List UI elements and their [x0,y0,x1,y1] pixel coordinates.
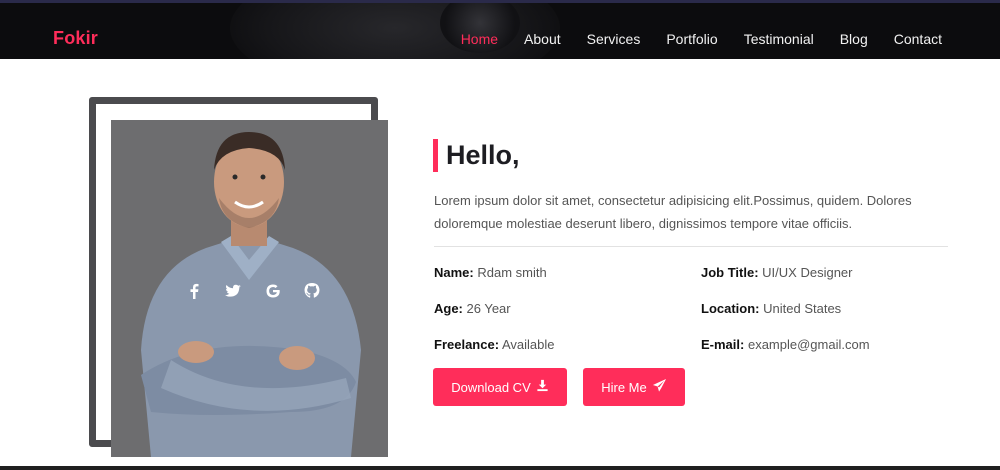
twitter-icon[interactable] [222,280,244,302]
nav-item-portfolio[interactable]: Portfolio [666,31,717,47]
info-freelance-label: Freelance: [434,337,500,352]
google-icon[interactable] [262,280,284,302]
about-heading: Hello, [446,140,520,170]
nav-item-about[interactable]: About [524,31,561,47]
info-email: E-mail: example@gmail.com [701,337,870,352]
social-links [183,280,323,302]
about-description: Lorem ipsum dolor sit amet, consectetur … [434,193,912,231]
hire-me-button[interactable]: Hire Me [583,368,685,406]
brand-logo[interactable]: Fokir [53,28,98,49]
info-job-title-value: UI/UX Designer [762,265,853,280]
nav-item-testimonial[interactable]: Testimonial [744,31,814,47]
info-location-value: United States [763,301,842,316]
info-email-label: E-mail: [701,337,745,352]
download-cv-label: Download CV [451,379,531,395]
info-freelance: Freelance: Available [434,337,554,352]
download-icon [536,379,549,395]
nav-item-services[interactable]: Services [587,31,641,47]
info-name-label: Name: [434,265,474,280]
facebook-icon[interactable] [183,280,205,302]
heading-accent-bar [433,139,438,172]
main-nav: Home About Services Portfolio Testimonia… [435,31,942,47]
info-job-title-label: Job Title: [701,265,759,280]
info-name-value: Rdam smith [477,265,547,280]
info-email-value[interactable]: example@gmail.com [748,337,870,352]
info-age: Age: 26 Year [434,301,511,316]
github-icon[interactable] [301,280,323,302]
paper-plane-icon [652,378,667,396]
divider [434,246,948,247]
bottom-border [0,466,1000,470]
hire-me-label: Hire Me [601,379,647,395]
info-job-title: Job Title: UI/UX Designer [701,265,852,280]
nav-item-blog[interactable]: Blog [840,31,868,47]
nav-item-home[interactable]: Home [461,31,498,47]
info-location: Location: United States [701,301,841,316]
download-cv-button[interactable]: Download CV [433,368,567,406]
info-name: Name: Rdam smith [434,265,547,280]
nav-item-contact[interactable]: Contact [894,31,942,47]
navbar: Fokir Home About Services Portfolio Test… [0,0,1000,59]
info-location-label: Location: [701,301,760,316]
profile-photo [111,120,388,457]
info-freelance-value: Available [501,337,555,352]
info-age-value: 26 Year [466,301,511,316]
info-age-label: Age: [434,301,463,316]
